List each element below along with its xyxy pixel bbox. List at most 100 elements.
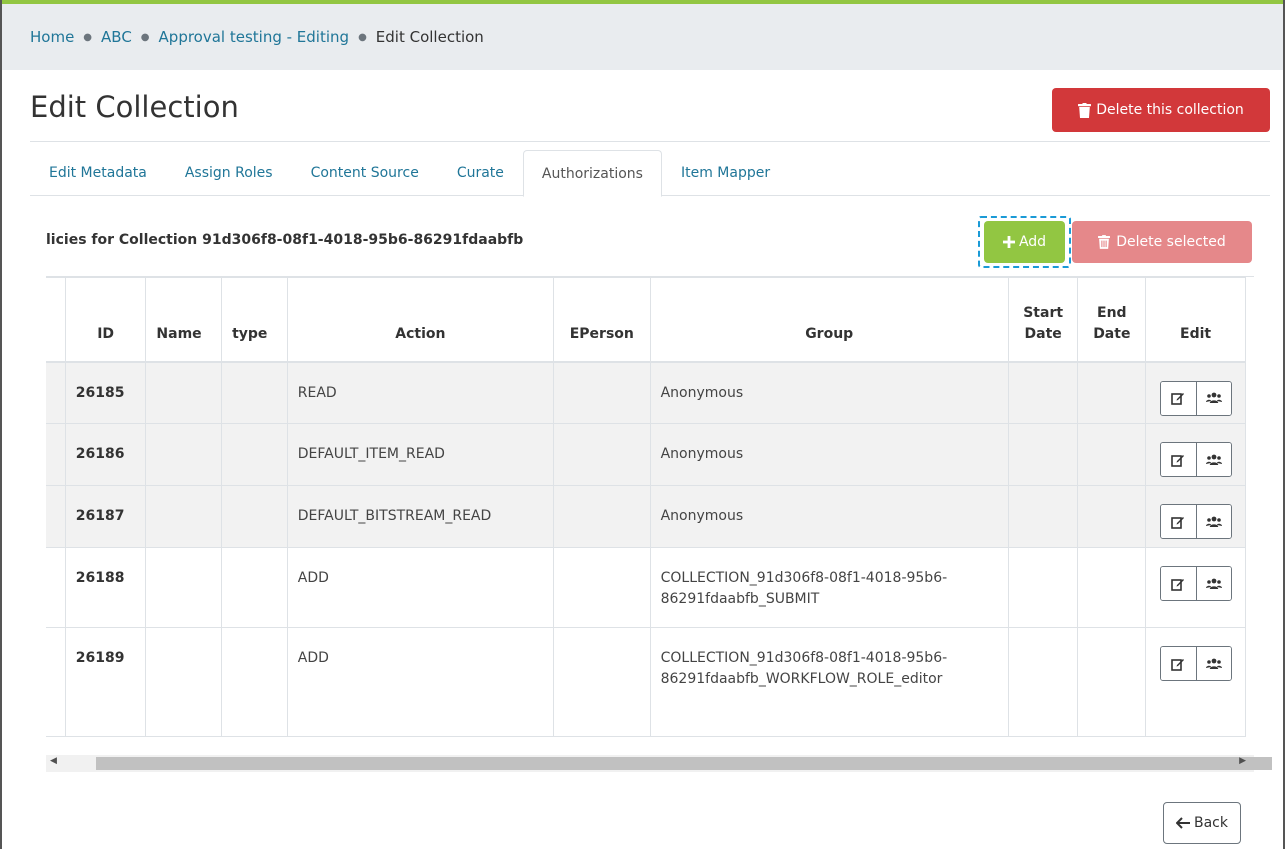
users-icon[interactable] [1195,443,1231,476]
column-header-name: Name [145,277,223,363]
policy-action-cell: DEFAULT_BITSTREAM_READ [286,485,555,548]
tab-authorizations[interactable]: Authorizations [522,150,662,197]
column-header-action: Action [286,277,555,363]
policy-eperson-cell [553,423,651,486]
breadcrumb-separator: ● [358,31,367,43]
policy-end-date-cell [1077,361,1147,424]
policy-edit-cell [1145,547,1246,628]
row-select-cell [46,423,66,486]
tab-edit-metadata[interactable]: Edit Metadata [30,150,166,196]
plus-icon [1002,236,1015,248]
tab-item-mapper[interactable]: Item Mapper [662,150,789,196]
row-select-cell [46,627,66,737]
start-date-header-line2: Date [1024,325,1062,342]
policy-action-cell: ADD [286,627,555,737]
policy-group-cell: Anonymous [649,485,1009,548]
end-date-header-line2: Date [1093,325,1131,342]
policy-end-date-cell [1077,485,1147,548]
tab-bar: Edit Metadata Assign Roles Content Sourc… [30,150,1270,197]
policy-end-date-cell [1077,547,1147,628]
title-divider [30,141,1270,142]
policy-end-date-cell [1077,423,1147,486]
table-row: 26187 DEFAULT_BITSTREAM_READ Anonymous [46,485,1246,548]
horizontal-scrollbar[interactable]: ◀ ▶ [46,755,1272,772]
policy-start-date-cell [1007,423,1079,486]
scroll-right-arrow-icon[interactable]: ▶ [1239,756,1246,766]
policies-heading: licies for Collection 91d306f8-08f1-4018… [46,232,524,248]
delete-collection-button[interactable]: Delete this collection [1052,88,1270,132]
policy-start-date-cell [1007,547,1079,628]
row-edit-button-group [1159,646,1232,681]
end-date-header-line1: End [1097,304,1127,321]
users-icon[interactable] [1195,647,1231,680]
policy-eperson-cell [553,627,651,737]
policy-name-cell [145,485,223,548]
column-header-end-date: End Date [1077,277,1147,363]
policy-start-date-cell [1007,361,1079,424]
breadcrumb-separator: ● [83,31,93,43]
row-edit-button-group [1159,566,1232,601]
breadcrumb: Home ● ABC ● Approval testing - Editing … [2,4,1283,70]
column-header-type: type [221,277,288,363]
breadcrumb-home[interactable]: Home [30,28,74,46]
table-row: 26188 ADD COLLECTION_91d306f8-08f1-4018-​9… [46,547,1246,628]
delete-selected-button[interactable]: Delete selected [1072,221,1252,263]
column-header-id: ID [64,277,147,363]
policy-eperson-cell [553,547,651,628]
table-header-row: ID Name type Action EPerson Group Start … [46,277,1246,363]
arrow-left-icon [1176,817,1190,829]
policy-id-cell: 26188 [64,547,147,628]
row-select-cell [46,361,66,424]
breadcrumb-current: Edit Collection [375,28,484,46]
tab-content-source[interactable]: Content Source [292,150,438,196]
policy-id-cell: 26187 [64,485,147,548]
policy-action-cell: ADD [286,547,555,628]
scrollbar-thumb[interactable] [96,757,1272,770]
policy-group-cell: Anonymous [649,423,1009,486]
row-select-cell [46,485,66,548]
policy-end-date-cell [1077,627,1147,737]
policy-group-cell: COLLECTION_91d306f8-08f1-4018-​95b6-​862… [649,547,1009,628]
policy-group-cell: COLLECTION_91d306f8-08f1-4018-​95b6-​862… [649,627,1009,737]
policy-edit-cell [1145,423,1246,486]
add-policy-button[interactable]: Add [984,221,1065,263]
users-icon[interactable] [1195,505,1231,538]
column-header-start-date: Start Date [1007,277,1079,363]
trash-icon [1078,102,1092,118]
policy-action-cell: READ [286,361,555,424]
edit-icon[interactable] [1160,443,1196,476]
row-select-cell [46,547,66,628]
start-date-header-line1: Start [1023,304,1064,321]
edit-icon[interactable] [1160,505,1196,538]
policy-type-cell [221,547,288,628]
back-button[interactable]: Back [1163,802,1241,844]
policy-type-cell [221,361,288,424]
edit-icon[interactable] [1160,381,1196,415]
policy-name-cell [145,423,223,486]
policy-type-cell [221,423,288,486]
users-icon[interactable] [1195,567,1231,600]
breadcrumb-approval-testing[interactable]: Approval testing - Editing [159,28,350,46]
trash-icon [1098,235,1111,249]
policies-table-container: ID Name type Action EPerson Group Start … [46,276,1254,740]
policy-name-cell [145,361,223,424]
policy-id-cell: 26185 [64,361,147,424]
breadcrumb-abc[interactable]: ABC [101,28,132,46]
delete-collection-label: Delete this collection [1096,102,1244,118]
edit-icon[interactable] [1160,647,1196,680]
scroll-left-arrow-icon[interactable]: ◀ [50,756,57,766]
policy-edit-cell [1145,627,1246,737]
policy-name-cell [145,547,223,628]
edit-icon[interactable] [1160,567,1196,600]
policies-table: ID Name type Action EPerson Group Start … [46,277,1246,737]
policy-eperson-cell [553,485,651,548]
tab-assign-roles[interactable]: Assign Roles [166,150,292,196]
policy-edit-cell [1145,361,1246,424]
users-icon[interactable] [1195,381,1231,415]
policy-id-cell: 26186 [64,423,147,486]
table-row: 26185 READ Anonymous [46,361,1246,424]
policy-name-cell [145,627,223,737]
tab-curate[interactable]: Curate [438,150,523,196]
add-policy-label: Add [1018,234,1047,250]
policy-action-cell: DEFAULT_ITEM_READ [286,423,555,486]
